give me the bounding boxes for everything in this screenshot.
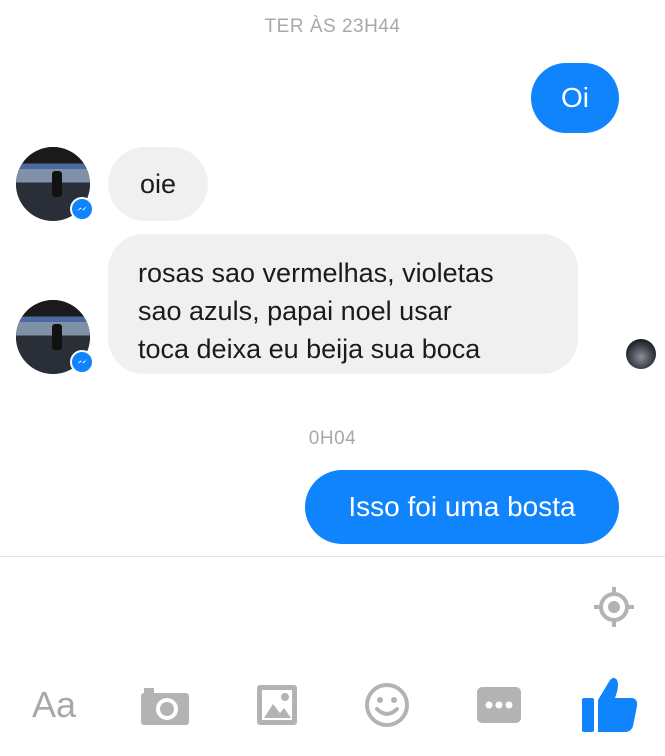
like-icon[interactable] — [580, 674, 640, 734]
location-icon[interactable] — [592, 585, 636, 629]
divider — [0, 556, 665, 557]
image-icon[interactable] — [256, 684, 298, 726]
camera-icon[interactable] — [140, 686, 190, 726]
message-text: Isso foi uma bosta — [348, 491, 576, 522]
avatar[interactable] — [16, 147, 94, 221]
more-icon[interactable] — [476, 686, 522, 724]
message-outgoing-isso[interactable]: Isso foi uma bosta — [305, 470, 619, 544]
emoji-icon[interactable] — [364, 682, 410, 728]
message-outgoing-oi[interactable]: Oi — [531, 63, 619, 133]
timestamp: TER ÀS 23H44 — [264, 16, 401, 37]
message-line: toca deixa eu beija sua boca — [138, 334, 481, 364]
message-text: oie — [139, 168, 177, 199]
composer-toolbar: Aa — [0, 672, 665, 742]
message-incoming-oie[interactable]: oie — [108, 147, 208, 221]
seen-indicator-avatar — [626, 339, 656, 369]
message-text: Oi — [561, 82, 589, 113]
message-incoming-poem[interactable]: rosas sao vermelhas, violetas sao azuls,… — [108, 234, 578, 374]
messenger-badge-icon — [70, 350, 94, 374]
avatar[interactable] — [16, 300, 94, 374]
messenger-badge-icon — [70, 197, 94, 221]
message-line: sao azuls, papai noel usar — [138, 296, 452, 326]
text-input-button[interactable]: Aa — [32, 684, 76, 726]
message-line: rosas sao vermelhas, violetas — [138, 258, 494, 288]
timestamp: 0H04 — [308, 428, 357, 449]
